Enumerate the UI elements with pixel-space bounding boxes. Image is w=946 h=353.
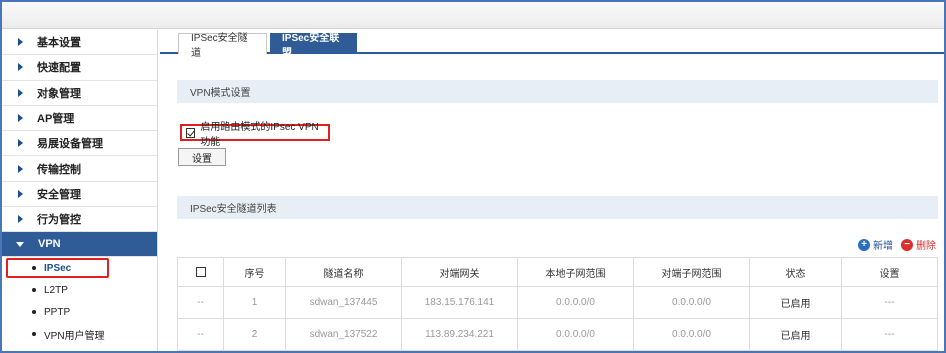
vpn-mode-checkbox-row[interactable]: 启用路由模式的IPsec VPN功能 bbox=[180, 122, 330, 148]
add-label: 新增 bbox=[873, 241, 893, 252]
vpn-mode-section-header: VPN模式设置 bbox=[177, 80, 938, 103]
tab-bar: IPSec安全隧道 IPSec安全联盟 bbox=[160, 30, 944, 59]
col-header: 隧道名称 bbox=[285, 257, 402, 287]
sidebar-item-device-mgmt[interactable]: 易展设备管理 bbox=[2, 131, 157, 157]
sidebar-item-label: 安全管理 bbox=[37, 188, 81, 201]
minus-circle-icon: − bbox=[901, 238, 913, 251]
col-header: 状态 bbox=[749, 257, 842, 287]
bullet-icon bbox=[32, 310, 36, 315]
row-check: -- bbox=[177, 318, 224, 351]
caret-right-icon bbox=[18, 114, 23, 123]
select-all-checkbox[interactable] bbox=[195, 266, 206, 277]
row-peer-subnet: 0.0.0.0/0 bbox=[633, 318, 750, 351]
col-header: 设置 bbox=[841, 257, 938, 287]
sidebar-item-label: 对象管理 bbox=[37, 87, 81, 100]
sidebar-subitem-label: L2TP bbox=[44, 284, 68, 296]
row-peer-subnet: 0.0.0.0/0 bbox=[633, 286, 750, 319]
sidebar-item-transfer-control[interactable]: 传输控制 bbox=[2, 156, 157, 182]
delete-button[interactable]: − 删除 bbox=[901, 237, 936, 252]
top-bar bbox=[2, 2, 944, 29]
sidebar-subitem-ipsec[interactable]: IPSec bbox=[2, 257, 157, 279]
bullet-icon bbox=[32, 266, 36, 271]
sidebar-item-label: VPN bbox=[38, 238, 61, 251]
sidebar-item-basic-settings[interactable]: 基本设置 bbox=[2, 30, 157, 56]
select-all-header[interactable] bbox=[177, 257, 224, 287]
sidebar-item-label: 行为管控 bbox=[37, 214, 81, 227]
delete-label: 删除 bbox=[916, 241, 936, 252]
sidebar-subitem-l2tp[interactable]: L2TP bbox=[2, 279, 157, 301]
sidebar-item-label: 传输控制 bbox=[37, 163, 81, 176]
sidebar-subitem-pptp[interactable]: PPTP bbox=[2, 301, 157, 323]
sidebar-item-ap-mgmt[interactable]: AP管理 bbox=[2, 106, 157, 132]
sidebar-item-quick-config[interactable]: 快速配置 bbox=[2, 55, 157, 81]
row-local-subnet: 0.0.0.0/0 bbox=[517, 286, 634, 319]
caret-right-icon bbox=[18, 38, 23, 47]
caret-right-icon bbox=[18, 215, 23, 224]
tunnel-list-section-header: IPSec安全隧道列表 bbox=[177, 196, 938, 219]
main-content: IPSec安全隧道 IPSec安全联盟 VPN模式设置 启用路由模式的IPsec… bbox=[160, 30, 944, 351]
sidebar-item-label: 快速配置 bbox=[37, 62, 81, 75]
row-setting: --- bbox=[841, 286, 938, 319]
row-no: 2 bbox=[223, 318, 286, 351]
caret-right-icon bbox=[18, 139, 23, 148]
caret-right-icon bbox=[18, 189, 23, 198]
caret-right-icon bbox=[18, 88, 23, 97]
sidebar-item-vpn[interactable]: VPN bbox=[2, 232, 157, 258]
row-gateway: 183.15.176.141 bbox=[401, 286, 518, 319]
col-header: 本地子网范围 bbox=[517, 257, 634, 287]
row-no: 1 bbox=[223, 286, 286, 319]
sidebar-subitem-label: PPTP bbox=[44, 306, 71, 318]
set-button[interactable]: 设置 bbox=[178, 148, 226, 166]
sidebar-item-security-mgmt[interactable]: 安全管理 bbox=[2, 182, 157, 208]
row-local-subnet: 0.0.0.0/0 bbox=[517, 318, 634, 351]
tunnel-table: 序号 隧道名称 对端网关 本地子网范围 对端子网范围 状态 设置 -- 1 sd… bbox=[177, 257, 938, 351]
col-header: 对端网关 bbox=[401, 257, 518, 287]
add-button[interactable]: + 新增 bbox=[858, 237, 893, 252]
bullet-icon bbox=[32, 332, 36, 337]
sidebar-item-object-mgmt[interactable]: 对象管理 bbox=[2, 81, 157, 106]
col-header: 序号 bbox=[223, 257, 286, 287]
sidebar-item-behavior-control[interactable]: 行为管控 bbox=[2, 207, 157, 233]
col-header: 对端子网范围 bbox=[633, 257, 750, 287]
sidebar-item-label: 易展设备管理 bbox=[37, 138, 103, 151]
sidebar-item-label: 基本设置 bbox=[37, 37, 81, 50]
bullet-icon bbox=[32, 288, 36, 293]
row-status: 已启用 bbox=[749, 318, 842, 351]
caret-right-icon bbox=[18, 164, 23, 173]
sidebar-subitem-vpn-users[interactable]: VPN用户管理 bbox=[2, 323, 157, 345]
row-status: 已启用 bbox=[749, 286, 842, 319]
row-name: sdwan_137522 bbox=[285, 318, 402, 351]
row-name: sdwan_137445 bbox=[285, 286, 402, 319]
table-row[interactable]: -- 1 sdwan_137445 183.15.176.141 0.0.0.0… bbox=[177, 286, 938, 319]
sidebar-item-label: AP管理 bbox=[37, 113, 75, 126]
tab-ipsec-sa[interactable]: IPSec安全联盟 bbox=[270, 33, 357, 59]
vpn-mode-checkbox-label: 启用路由模式的IPsec VPN功能 bbox=[200, 121, 319, 148]
sidebar: 基本设置 快速配置 对象管理 AP管理 易展设备管理 传输控制 安全管理 行为管… bbox=[2, 30, 158, 351]
row-check: -- bbox=[177, 286, 224, 319]
vpn-mode-checkbox[interactable] bbox=[186, 127, 196, 138]
sidebar-subitem-label: IPSec bbox=[44, 262, 72, 274]
row-setting: --- bbox=[841, 318, 938, 351]
caret-down-icon bbox=[16, 241, 24, 247]
tab-ipsec-tunnel[interactable]: IPSec安全隧道 bbox=[178, 33, 267, 59]
table-header-row: 序号 隧道名称 对端网关 本地子网范围 对端子网范围 状态 设置 bbox=[177, 257, 938, 287]
table-row[interactable]: -- 2 sdwan_137522 113.89.234.221 0.0.0.0… bbox=[177, 318, 938, 351]
sidebar-subitem-label: VPN用户管理 bbox=[44, 330, 105, 342]
app-window: 基本设置 快速配置 对象管理 AP管理 易展设备管理 传输控制 安全管理 行为管… bbox=[0, 0, 946, 353]
row-gateway: 113.89.234.221 bbox=[401, 318, 518, 351]
caret-right-icon bbox=[18, 63, 23, 72]
plus-circle-icon: + bbox=[858, 238, 870, 251]
table-actions: + 新增 − 删除 bbox=[850, 237, 936, 252]
